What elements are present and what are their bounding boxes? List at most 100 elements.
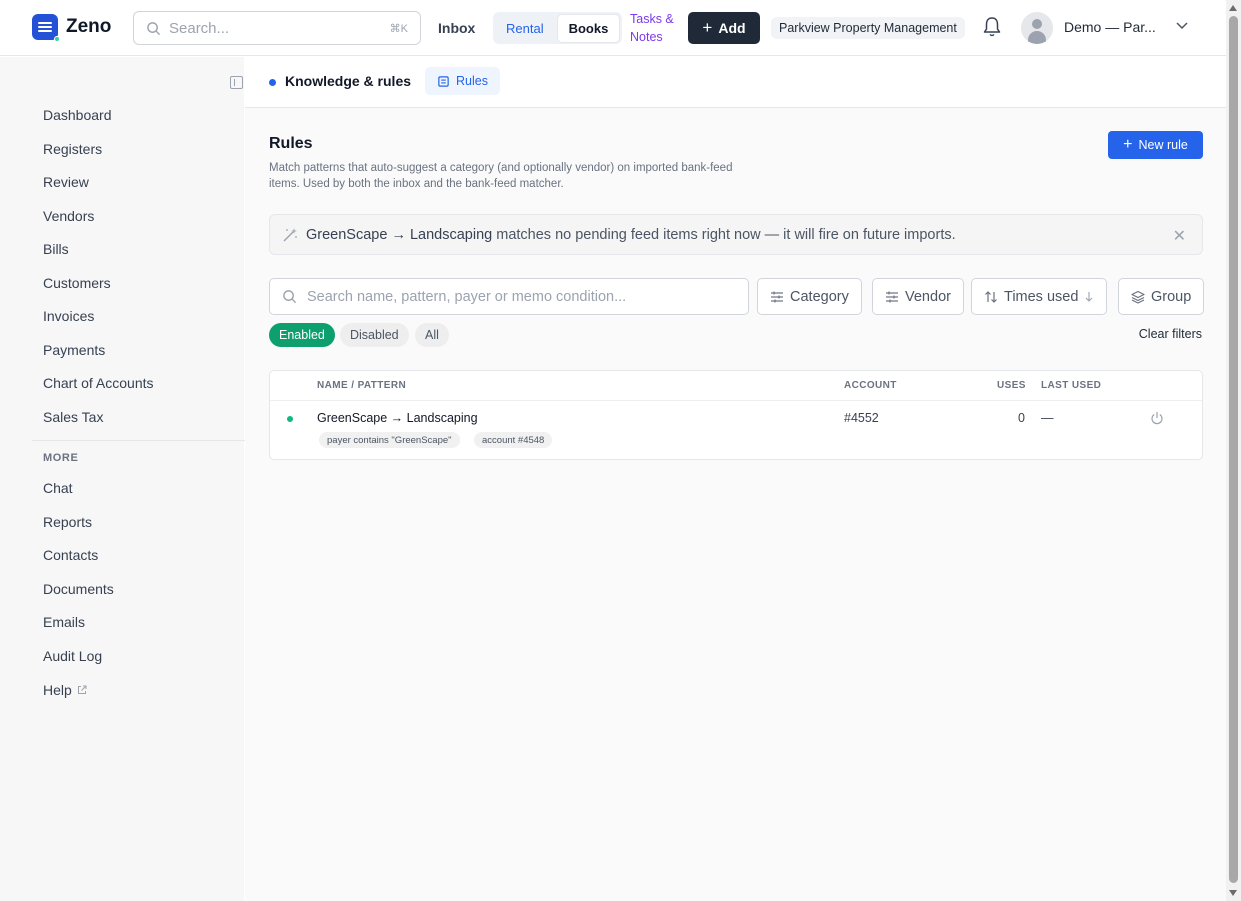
rule-name[interactable]: GreenScape → Landscaping	[317, 411, 478, 425]
bell-icon[interactable]	[982, 16, 1002, 38]
new-rule-label: New rule	[1138, 138, 1188, 152]
collapse-sidebar-icon[interactable]	[230, 76, 243, 89]
page-scrollbar[interactable]	[1226, 0, 1241, 901]
condition-chip: payer contains "GreenScape"	[319, 432, 460, 448]
breadcrumb-title[interactable]: Knowledge & rules	[285, 73, 411, 89]
sidebar-item-registers[interactable]: Registers	[43, 141, 102, 157]
sliders-icon	[886, 291, 898, 302]
scroll-down-icon[interactable]	[1229, 890, 1237, 896]
sidebar-item-audit-log[interactable]: Audit Log	[43, 648, 102, 664]
sidebar-item-help-label: Help	[43, 682, 72, 698]
global-search-input[interactable]: Search... ⌘K	[133, 11, 421, 45]
user-menu-label[interactable]: Demo — Par...	[1064, 19, 1156, 35]
category-filter-button[interactable]: Category	[757, 278, 862, 315]
zeno-logo-icon	[32, 14, 60, 42]
sidebar-item-chart-of-accounts[interactable]: Chart of Accounts	[43, 375, 154, 391]
close-icon[interactable]: ✕	[1173, 226, 1186, 246]
search-placeholder: Search...	[169, 19, 230, 37]
sidebar-item-help[interactable]: Help	[43, 682, 87, 698]
sidebar-item-vendors[interactable]: Vendors	[43, 208, 94, 224]
info-banner: GreenScape → Landscaping matches no pend…	[269, 214, 1203, 255]
org-switcher[interactable]: Parkview Property Management	[771, 17, 965, 39]
sidebar-divider	[32, 440, 253, 441]
scroll-icon	[438, 75, 449, 87]
new-rule-button[interactable]: + New rule	[1108, 131, 1203, 159]
chevron-down-icon[interactable]	[1176, 22, 1188, 30]
plus-icon: +	[702, 18, 713, 37]
filter-all[interactable]: All	[415, 323, 449, 347]
breadcrumb: Knowledge & rules Rules	[245, 57, 1226, 108]
filter-enabled[interactable]: Enabled	[269, 323, 335, 347]
group-label: Group	[1151, 288, 1192, 305]
scrollbar-thumb[interactable]	[1229, 16, 1238, 883]
banner-text: GreenScape → Landscaping matches no pend…	[306, 227, 956, 243]
clear-filters-link[interactable]: Clear filters	[1139, 327, 1202, 341]
sidebar-item-invoices[interactable]: Invoices	[43, 308, 94, 324]
page-title: Rules	[269, 135, 313, 152]
tab-rules[interactable]: Rules	[425, 67, 500, 95]
sliders-icon	[771, 291, 783, 302]
tab-books[interactable]: Books	[556, 13, 621, 43]
condition-chip: account #4548	[474, 432, 553, 448]
rules-search-input[interactable]: Search name, pattern, payer or memo cond…	[269, 278, 749, 315]
sidebar-item-bills[interactable]: Bills	[43, 241, 69, 257]
external-link-icon	[77, 685, 87, 694]
sidebar-item-customers[interactable]: Customers	[43, 275, 111, 291]
top-bar: Zeno Search... ⌘K Inbox Rental Books Tas…	[0, 0, 1226, 56]
page-description: Match patterns that auto-suggest a categ…	[269, 162, 733, 190]
rules-table: NAME / PATTERN ACCOUNT USES LAST USED Gr…	[269, 370, 1203, 460]
plus-icon: +	[1123, 136, 1133, 153]
search-icon	[283, 290, 297, 304]
group-button[interactable]: Group	[1118, 278, 1205, 315]
search-icon	[147, 21, 161, 35]
sidebar-item-chat[interactable]: Chat	[43, 480, 73, 496]
tab-rules-label: Rules	[456, 74, 488, 88]
banner-message: matches no pending feed items right now …	[492, 226, 956, 243]
arrow-down-icon	[1086, 291, 1093, 302]
banner-rule-name: GreenScape → Landscaping	[306, 226, 493, 243]
app-name: Zeno	[66, 16, 112, 37]
rule-uses: 0	[1018, 411, 1025, 425]
main-content: Rules Match patterns that auto-suggest a…	[245, 108, 1226, 901]
scroll-up-icon[interactable]	[1229, 5, 1237, 11]
vendor-filter-label: Vendor	[905, 288, 951, 305]
tab-rental[interactable]: Rental	[495, 15, 555, 42]
column-header-uses[interactable]: USES	[997, 380, 1026, 391]
sidebar-more-heading: MORE	[43, 452, 79, 464]
sidebar-item-reports[interactable]: Reports	[43, 514, 92, 530]
app-logo[interactable]: Zeno	[32, 14, 112, 42]
category-filter-label: Category	[790, 288, 849, 305]
sidebar-item-sales-tax[interactable]: Sales Tax	[43, 409, 103, 425]
rule-last-used: —	[1041, 411, 1054, 425]
sidebar-item-documents[interactable]: Documents	[43, 581, 114, 597]
column-header-account[interactable]: ACCOUNT	[844, 380, 897, 391]
filter-disabled[interactable]: Disabled	[340, 323, 409, 347]
avatar[interactable]	[1021, 12, 1053, 44]
rule-account: #4552	[844, 411, 879, 425]
add-button[interactable]: + Add	[688, 12, 760, 44]
sidebar-item-emails[interactable]: Emails	[43, 614, 85, 630]
sidebar-item-dashboard[interactable]: Dashboard	[43, 107, 112, 123]
column-header-last-used[interactable]: LAST USED	[1041, 380, 1101, 391]
column-header-name[interactable]: NAME / PATTERN	[317, 380, 406, 391]
sidebar-item-review[interactable]: Review	[43, 174, 89, 190]
sidebar-item-payments[interactable]: Payments	[43, 342, 105, 358]
tasks-label-line2: Notes	[630, 30, 663, 44]
status-dot-icon	[287, 416, 293, 422]
sidebar: Dashboard Registers Review Vendors Bills…	[0, 57, 253, 901]
sort-times-used-label: Times used	[1004, 288, 1079, 305]
nav-inbox[interactable]: Inbox	[438, 20, 475, 36]
magic-wand-icon	[283, 227, 297, 241]
vendor-filter-button[interactable]: Vendor	[872, 278, 964, 315]
layers-icon	[1131, 290, 1145, 304]
nav-tasks-notes[interactable]: Tasks & Notes	[630, 10, 674, 46]
section-dot-icon	[269, 79, 276, 86]
sort-icon	[985, 290, 997, 303]
tasks-label-line1: Tasks &	[630, 12, 674, 26]
power-icon[interactable]	[1150, 411, 1164, 425]
sidebar-item-contacts[interactable]: Contacts	[43, 547, 98, 563]
rules-search-placeholder: Search name, pattern, payer or memo cond…	[307, 288, 627, 305]
header-divider	[270, 400, 1202, 401]
search-shortcut: ⌘K	[389, 22, 408, 35]
sort-times-used-button[interactable]: Times used	[971, 278, 1108, 315]
